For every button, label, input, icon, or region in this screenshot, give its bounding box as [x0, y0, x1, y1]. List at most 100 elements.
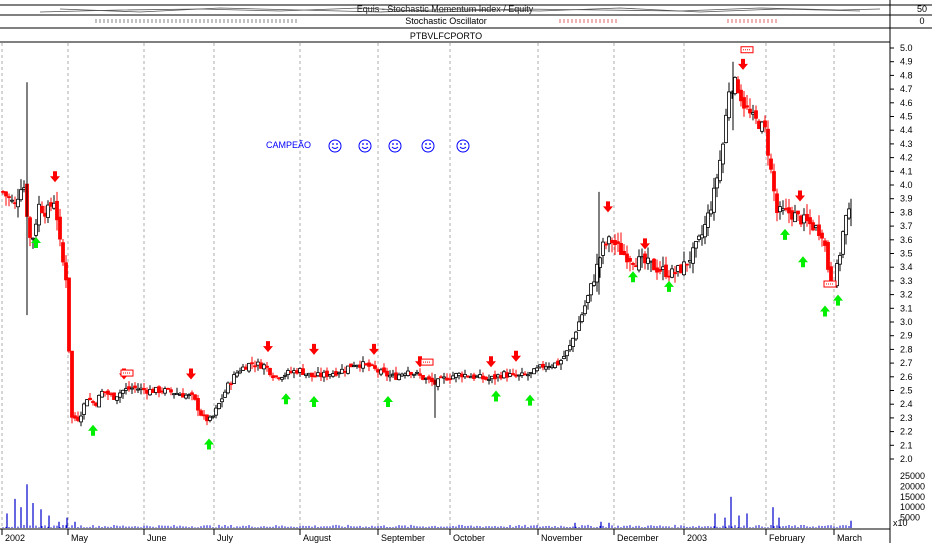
candle-body — [469, 376, 473, 379]
date-tick-label: December — [617, 533, 659, 543]
smiley-eye — [460, 143, 462, 145]
candle-body — [214, 407, 218, 416]
price-tick-label: 4.6 — [900, 98, 913, 108]
candle-body — [283, 374, 287, 377]
candle-body — [223, 391, 227, 398]
candle-body — [400, 373, 404, 377]
candle-body — [613, 240, 617, 246]
month-gridlines — [1, 43, 835, 529]
candle-body — [346, 365, 350, 374]
candle-body — [577, 321, 581, 331]
price-tick-label: 2.0 — [900, 454, 913, 464]
candle-body — [49, 202, 53, 207]
candle-body — [553, 362, 557, 368]
candle-body — [301, 368, 305, 376]
candle-body — [538, 364, 542, 368]
candle-body — [784, 208, 788, 210]
sell-arrow-icon — [186, 368, 196, 380]
candle-body — [595, 263, 599, 283]
date-tick-label: August — [303, 533, 332, 543]
buy-arrow-icon — [664, 280, 674, 292]
candle-body — [787, 207, 791, 214]
candle-body — [403, 373, 407, 376]
candle-body — [106, 390, 110, 395]
candle-body — [541, 363, 545, 368]
candle-body — [745, 105, 749, 108]
candle-body — [139, 387, 143, 390]
smiley-eye — [392, 143, 394, 145]
candle-body — [127, 386, 131, 390]
candle-body — [733, 77, 737, 95]
smiley-icon — [421, 139, 435, 153]
sell-arrow-icon — [486, 356, 496, 368]
candle-body — [70, 350, 74, 418]
candle-body — [313, 375, 317, 378]
price-tick-label: 2.6 — [900, 372, 913, 382]
candle-body — [829, 266, 833, 282]
candle-body — [532, 368, 536, 375]
candle-body — [169, 389, 173, 393]
candle-body — [754, 110, 758, 119]
price-tick-label: 3.8 — [900, 207, 913, 217]
date-axis: 2002 May June July August September October Nov… — [1, 529, 862, 543]
candle-body — [778, 206, 782, 213]
candle-body — [631, 262, 635, 265]
candle-body — [28, 217, 32, 238]
candle-body — [619, 243, 623, 255]
candle-body — [742, 97, 746, 109]
candle-body — [634, 265, 638, 268]
candle-body — [202, 414, 206, 417]
candle-body — [562, 356, 566, 359]
price-tick-label: 3.6 — [900, 235, 913, 245]
candle-body — [181, 393, 185, 398]
candle-body — [409, 372, 413, 375]
candle-body — [820, 232, 824, 239]
price-tick-label: 4.3 — [900, 139, 913, 149]
candle-body — [682, 261, 686, 276]
candle-body — [136, 388, 140, 391]
candle-body — [373, 365, 377, 369]
candle-body — [709, 209, 713, 215]
buy-arrow-icon — [281, 393, 291, 405]
candle-body — [262, 364, 266, 370]
candle-body — [172, 393, 176, 396]
candle-body — [31, 237, 35, 240]
buy-arrow-icon — [628, 271, 638, 283]
candle-body — [148, 389, 152, 396]
candle-body — [364, 363, 368, 366]
buy-arrow-icon — [525, 394, 535, 406]
candle-body — [370, 364, 374, 367]
candle-body — [535, 367, 539, 372]
candle-body — [622, 250, 626, 255]
price-tick-label: 2.3 — [900, 413, 913, 423]
candle-body — [439, 376, 443, 379]
candle-body — [811, 222, 815, 231]
candle-body — [484, 376, 488, 380]
candle-body — [13, 202, 17, 205]
candle-body — [340, 368, 344, 374]
candle-body — [697, 235, 701, 240]
candle-body — [844, 215, 848, 236]
candle-body — [838, 255, 842, 265]
candle-body — [757, 120, 761, 129]
candle-body — [748, 108, 752, 114]
buy-arrow-icon — [833, 294, 843, 306]
smiley-icon — [388, 139, 402, 153]
price-tick-label: 3.2 — [900, 290, 913, 300]
candle-body — [217, 403, 221, 410]
candle-body — [694, 241, 698, 249]
candle-body — [166, 387, 170, 390]
candle-body — [790, 210, 794, 220]
candle-body — [115, 396, 119, 401]
candle-body — [781, 208, 785, 211]
candle-body — [724, 114, 728, 143]
volume-tick-label: 10000 — [900, 502, 925, 512]
candle-body — [16, 198, 20, 208]
price-tick-label: 4.2 — [900, 153, 913, 163]
candle-body — [268, 368, 272, 376]
price-tick-label: 2.7 — [900, 358, 913, 368]
candle-body — [823, 240, 827, 246]
price-tick-label: 2.1 — [900, 440, 913, 450]
candle-body — [46, 204, 50, 218]
candle-body — [316, 372, 320, 377]
